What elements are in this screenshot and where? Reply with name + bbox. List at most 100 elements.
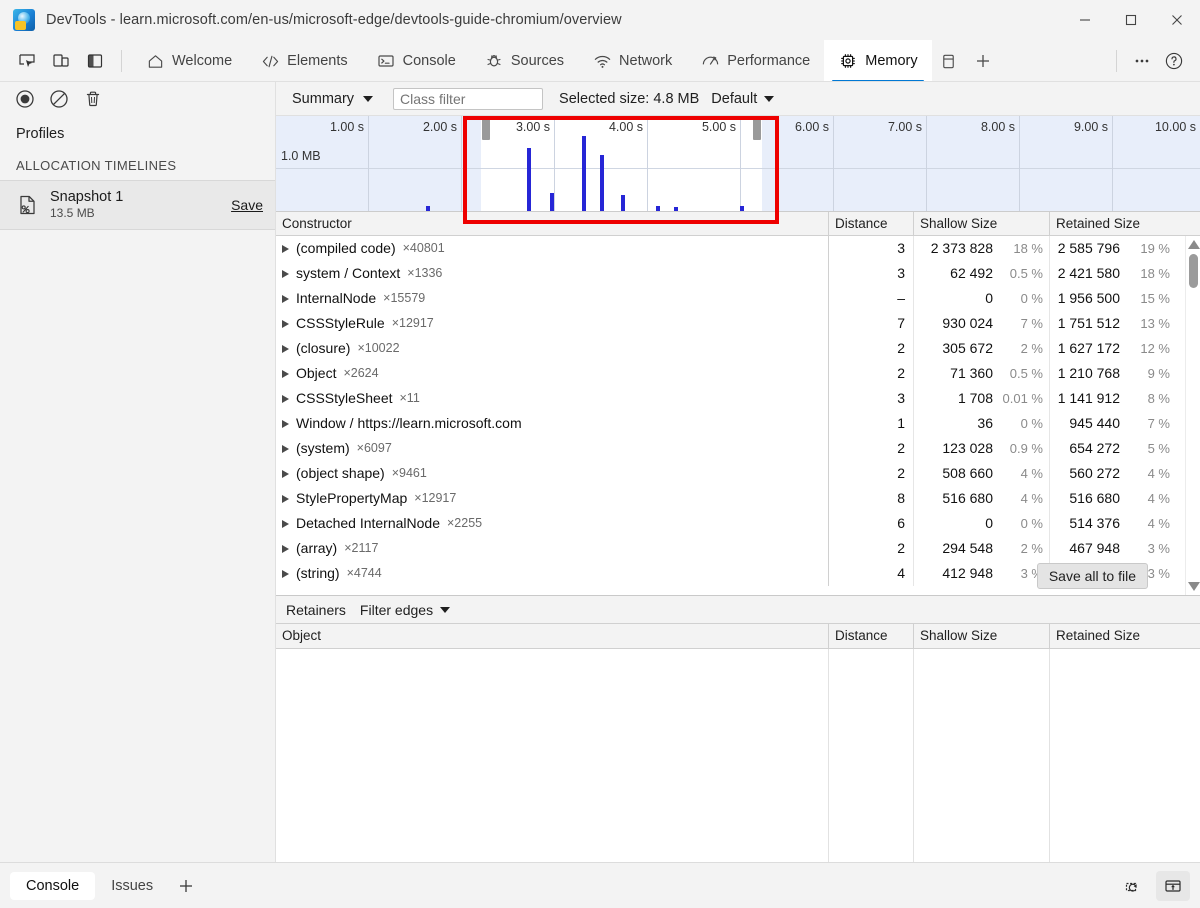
record-button[interactable] (10, 84, 40, 114)
cell-distance: 2 (829, 461, 914, 486)
table-row[interactable]: Window / https://learn.microsoft.com1360… (276, 411, 1200, 436)
snapshot-save-link[interactable]: Save (231, 197, 263, 213)
column-header-constructor[interactable]: Constructor (276, 212, 829, 236)
scrollbar-thumb[interactable] (1189, 254, 1198, 288)
table-row[interactable]: Detached InternalNode×2255600 %514 3764 … (276, 511, 1200, 536)
maximize-button[interactable] (1108, 0, 1154, 40)
expand-triangle-icon[interactable] (282, 420, 289, 428)
right-divider (1116, 50, 1117, 72)
expand-triangle-icon[interactable] (282, 295, 289, 303)
dock-drawer-icon[interactable] (1156, 871, 1190, 901)
cell-constructor[interactable]: CSSStyleSheet×11 (276, 386, 829, 411)
retainers-column-object[interactable]: Object (276, 623, 829, 649)
expand-triangle-icon[interactable] (282, 470, 289, 478)
tab-memory[interactable]: Memory (824, 40, 931, 82)
save-all-to-file-button[interactable]: Save all to file (1037, 563, 1148, 589)
delete-button[interactable] (78, 84, 108, 114)
expand-triangle-icon[interactable] (282, 545, 289, 553)
tab-welcome[interactable]: Welcome (131, 40, 246, 82)
view-mode-dropdown[interactable]: Summary (286, 91, 379, 107)
drawer-add-tab-plus-icon[interactable] (169, 869, 203, 903)
tab-console[interactable]: Console (362, 40, 470, 82)
add-tab-plus-icon[interactable] (966, 40, 1000, 82)
base-snapshot-dropdown[interactable]: Default (711, 91, 774, 107)
expand-triangle-icon[interactable] (282, 520, 289, 528)
expand-triangle-icon[interactable] (282, 370, 289, 378)
class-filter-input[interactable] (393, 88, 543, 110)
cell-constructor[interactable]: (array)×2117 (276, 536, 829, 561)
tab-elements[interactable]: Elements (246, 40, 361, 82)
table-row[interactable]: StylePropertyMap×129178516 6804 %516 680… (276, 486, 1200, 511)
scroll-up-arrow-icon[interactable] (1188, 240, 1200, 249)
retainers-column-retained-size[interactable]: Retained Size (1050, 623, 1200, 649)
constructor-name: (array) (296, 536, 337, 561)
cell-constructor[interactable]: Object×2624 (276, 361, 829, 386)
cell-constructor[interactable]: (object shape)×9461 (276, 461, 829, 486)
cell-constructor[interactable]: InternalNode×15579 (276, 286, 829, 311)
sidebar-toggle-icon[interactable] (80, 46, 110, 76)
selection-handle-left[interactable] (482, 118, 490, 140)
cell-constructor[interactable]: (compiled code)×40801 (276, 236, 829, 261)
expand-triangle-icon[interactable] (282, 395, 289, 403)
shallow-size-value: 305 672 (942, 336, 993, 361)
tab-label: Welcome (172, 53, 232, 69)
table-row[interactable]: CSSStyleSheet×1131 7080.01 %1 141 9128 % (276, 386, 1200, 411)
shallow-size-percent: 0 % (1001, 411, 1043, 436)
column-header-shallow-size[interactable]: Shallow Size (914, 212, 1050, 236)
drawer-tab-issues[interactable]: Issues (95, 872, 169, 900)
table-row[interactable]: system / Context×1336362 4920.5 %2 421 5… (276, 261, 1200, 286)
snapshot-list-item[interactable]: Snapshot 1 13.5 MB Save (0, 181, 275, 230)
expand-triangle-icon[interactable] (282, 445, 289, 453)
tab-network[interactable]: Network (578, 40, 686, 82)
inspect-element-icon[interactable] (12, 46, 42, 76)
allocation-timeline-overview[interactable]: 1.0 MB 1.00 s 2.00 s 3.00 s 4.00 s 5.00 … (276, 116, 1200, 212)
cell-constructor[interactable]: StylePropertyMap×12917 (276, 486, 829, 511)
tab-sources[interactable]: Sources (470, 40, 578, 82)
table-row[interactable]: (closure)×100222305 6722 %1 627 17212 % (276, 336, 1200, 361)
tab-performance[interactable]: Performance (686, 40, 824, 82)
cell-constructor[interactable]: Window / https://learn.microsoft.com (276, 411, 829, 436)
cell-constructor[interactable]: system / Context×1336 (276, 261, 829, 286)
expand-triangle-icon[interactable] (282, 570, 289, 578)
drawer-tab-console[interactable]: Console (10, 872, 95, 900)
restore-drawer-icon[interactable] (1116, 871, 1150, 901)
expand-triangle-icon[interactable] (282, 345, 289, 353)
selection-handle-right[interactable] (753, 118, 761, 140)
more-options-icon[interactable] (1126, 45, 1158, 77)
help-icon[interactable] (1158, 45, 1190, 77)
grid-vertical-scrollbar[interactable] (1185, 236, 1200, 595)
column-header-retained-size[interactable]: Retained Size (1050, 212, 1200, 236)
expand-triangle-icon[interactable] (282, 495, 289, 503)
close-button[interactable] (1154, 0, 1200, 40)
table-row[interactable]: CSSStyleRule×129177930 0247 %1 751 51213… (276, 311, 1200, 336)
expand-triangle-icon[interactable] (282, 270, 289, 278)
cell-constructor[interactable]: Detached InternalNode×2255 (276, 511, 829, 536)
cell-constructor[interactable]: CSSStyleRule×12917 (276, 311, 829, 336)
filter-edges-dropdown[interactable]: Filter edges (360, 602, 450, 618)
overview-tick: 1.00 s (276, 116, 369, 212)
instance-count: ×10022 (357, 336, 399, 361)
clear-button[interactable] (44, 84, 74, 114)
cell-constructor[interactable]: (closure)×10022 (276, 336, 829, 361)
table-row[interactable]: (object shape)×94612508 6604 %560 2724 % (276, 461, 1200, 486)
minimize-button[interactable] (1062, 0, 1108, 40)
device-toolbar-icon[interactable] (46, 46, 76, 76)
expand-triangle-icon[interactable] (282, 245, 289, 253)
performance-gauge-icon (700, 51, 720, 71)
expand-triangle-icon[interactable] (282, 320, 289, 328)
retainers-column-shallow-size[interactable]: Shallow Size (914, 623, 1050, 649)
tab-label: Network (619, 53, 672, 69)
table-row[interactable]: InternalNode×15579–00 %1 956 50015 % (276, 286, 1200, 311)
table-row[interactable]: (compiled code)×4080132 373 82818 %2 585… (276, 236, 1200, 261)
cell-constructor[interactable]: (string)×4744 (276, 561, 829, 586)
column-header-distance[interactable]: Distance (829, 212, 914, 236)
cell-constructor[interactable]: (system)×6097 (276, 436, 829, 461)
retainers-column-distance[interactable]: Distance (829, 623, 914, 649)
table-row[interactable]: (array)×21172294 5482 %467 9483 % (276, 536, 1200, 561)
table-row[interactable]: (system)×60972123 0280.9 %654 2725 % (276, 436, 1200, 461)
constructor-name: CSSStyleSheet (296, 386, 393, 411)
retained-size-percent: 4 % (1128, 511, 1170, 536)
application-storage-icon[interactable] (932, 40, 966, 82)
scroll-down-arrow-icon[interactable] (1188, 582, 1200, 591)
table-row[interactable]: Object×2624271 3600.5 %1 210 7689 % (276, 361, 1200, 386)
